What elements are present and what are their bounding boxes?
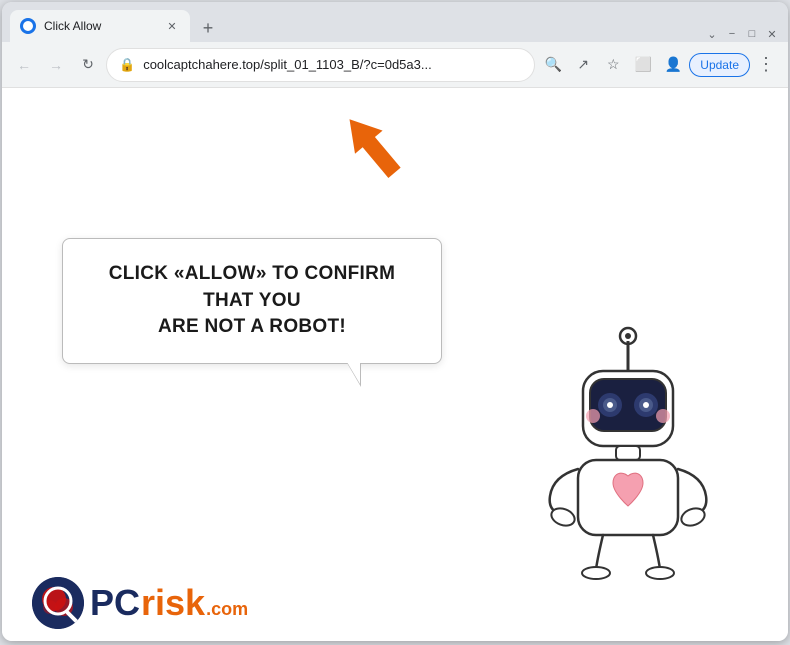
tab-favicon-icon — [20, 18, 36, 34]
new-tab-button[interactable]: + — [194, 14, 222, 42]
navigation-bar: ← → ↻ 🔒 coolcaptchahere.top/split_01_110… — [2, 42, 788, 88]
tab-close-button[interactable]: ✕ — [164, 18, 180, 34]
lock-icon: 🔒 — [119, 57, 135, 73]
browser-window: Click Allow ✕ + ⌄ − □ ✕ ← → ↻ 🔒 coolcapt… — [2, 2, 788, 641]
bubble-text: CLICK «ALLOW» TO CONFIRM THAT YOU ARE NO… — [91, 261, 413, 341]
maximize-button[interactable]: □ — [744, 26, 760, 42]
active-tab[interactable]: Click Allow ✕ — [10, 10, 190, 42]
pcrisk-watermark: PC risk .com — [32, 577, 248, 629]
page-content: CLICK «ALLOW» TO CONFIRM THAT YOU ARE NO… — [2, 88, 788, 641]
profile-icon[interactable]: 👤 — [659, 51, 687, 79]
share-icon[interactable]: ↗ — [569, 51, 597, 79]
speech-bubble: CLICK «ALLOW» TO CONFIRM THAT YOU ARE NO… — [62, 238, 442, 364]
minimize-button[interactable]: − — [724, 26, 740, 42]
update-button[interactable]: Update — [689, 53, 750, 77]
address-bar[interactable]: 🔒 coolcaptchahere.top/split_01_1103_B/?c… — [106, 48, 535, 82]
search-icon[interactable]: 🔍 — [539, 51, 567, 79]
bookmark-icon[interactable]: ☆ — [599, 51, 627, 79]
nav-icons-group: 🔍 ↗ ☆ ⬜ 👤 Update ⋮ — [539, 51, 780, 79]
risk-logo-text: risk — [141, 585, 205, 621]
robot-illustration — [528, 321, 728, 581]
window-controls: ⌄ − □ ✕ — [704, 26, 788, 42]
extensions-icon[interactable]: ⬜ — [629, 51, 657, 79]
close-button[interactable]: ✕ — [764, 26, 780, 42]
chevron-down-icon[interactable]: ⌄ — [704, 26, 720, 42]
pcrisk-text-logo: PC risk .com — [90, 585, 248, 621]
chrome-menu-button[interactable]: ⋮ — [752, 51, 780, 79]
back-button[interactable]: ← — [10, 51, 38, 79]
pcrisk-logo-icon — [32, 577, 84, 629]
url-display: coolcaptchahere.top/split_01_1103_B/?c=0… — [143, 57, 522, 72]
forward-button[interactable]: → — [42, 51, 70, 79]
refresh-button[interactable]: ↻ — [74, 51, 102, 79]
tab-title: Click Allow — [44, 19, 156, 33]
dotcom-logo-text: .com — [206, 599, 248, 620]
tab-bar: Click Allow ✕ + ⌄ − □ ✕ — [2, 2, 788, 42]
pc-logo-text: PC — [90, 585, 140, 621]
